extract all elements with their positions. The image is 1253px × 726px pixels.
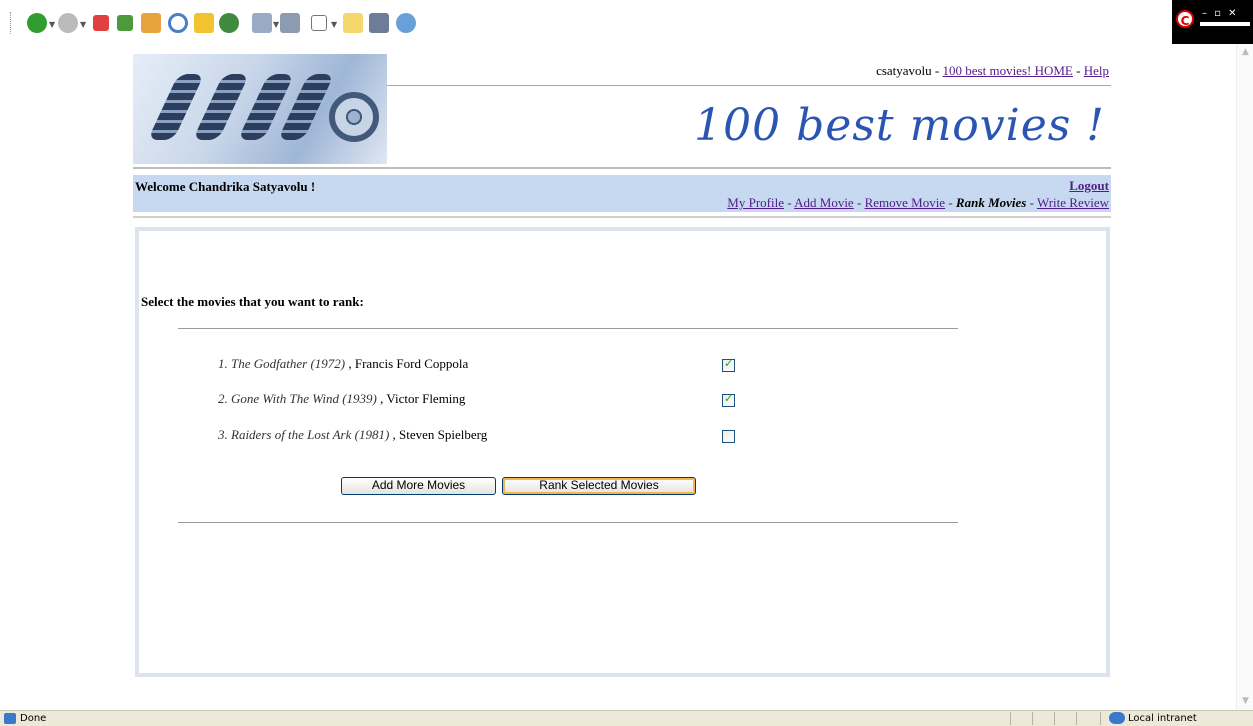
search-icon[interactable] xyxy=(168,13,188,33)
check-icon: ✓ xyxy=(724,357,734,370)
movie-director: , Victor Fleming xyxy=(376,391,466,406)
favorites-icon[interactable] xyxy=(194,13,214,33)
banner-rule xyxy=(133,167,1111,169)
mail-dropdown-icon[interactable]: ▼ xyxy=(273,20,279,29)
home-link[interactable]: 100 best movies! HOME xyxy=(943,63,1073,78)
movie-director: , Francis Ford Coppola xyxy=(345,356,469,371)
research-icon[interactable] xyxy=(369,13,389,33)
edit-icon[interactable] xyxy=(311,15,327,31)
remove-movie-link[interactable]: Remove Movie xyxy=(865,195,946,210)
logout-link[interactable]: Logout xyxy=(1069,178,1109,194)
c-logo-icon: C xyxy=(1176,10,1194,28)
check-icon: ✓ xyxy=(724,392,734,405)
user-links: csatyavolu - 100 best movies! HOME - Hel… xyxy=(876,63,1109,78)
movie-title: 1. The Godfather (1972) xyxy=(218,356,346,371)
nav-links: My Profile - Add Movie - Remove Movie - … xyxy=(727,195,1109,210)
home-icon[interactable] xyxy=(141,13,161,33)
welcome-message: Welcome Chandrika Satyavolu ! xyxy=(135,179,316,194)
print-icon[interactable] xyxy=(280,13,300,33)
scroll-up-icon[interactable]: ▲ xyxy=(1240,47,1251,58)
zone-text: Local intranet xyxy=(1128,713,1197,724)
vertical-scrollbar[interactable]: ▲ ▼ xyxy=(1236,44,1253,710)
add-movie-link[interactable]: Add Movie xyxy=(794,195,854,210)
browser-toolbar: ▼ ▼ ▼ ▼ C – ▫ ✕ xyxy=(0,0,1253,44)
stop-icon[interactable] xyxy=(93,15,109,31)
mail-icon[interactable] xyxy=(252,13,272,33)
movie-checkbox[interactable]: ✓ xyxy=(722,392,735,407)
window-controls: C – ▫ ✕ xyxy=(1172,0,1253,44)
add-more-movies-button[interactable]: Add More Movies xyxy=(341,477,496,495)
help-link[interactable]: Help xyxy=(1084,63,1109,78)
film-reel-banner-image xyxy=(133,54,387,164)
movie-checkbox[interactable]: ✓ xyxy=(722,357,735,372)
status-separator xyxy=(1032,712,1033,725)
film-reel xyxy=(329,92,379,142)
intranet-icon xyxy=(1109,712,1125,724)
movie-title: 3. Raiders of the Lost Ark (1981) xyxy=(218,427,390,442)
window-buttons-icon[interactable]: – ▫ ✕ xyxy=(1202,8,1239,19)
status-text: Done xyxy=(20,713,47,724)
list-divider-bottom xyxy=(178,522,958,523)
scroll-down-icon[interactable]: ▼ xyxy=(1240,696,1251,707)
movie-checkbox[interactable] xyxy=(722,430,735,443)
forward-icon[interactable] xyxy=(58,13,78,33)
nav-rule xyxy=(133,216,1111,218)
username: csatyavolu xyxy=(876,63,932,78)
status-separator xyxy=(1054,712,1055,725)
movie-title: 2. Gone With The Wind (1939) xyxy=(218,391,377,406)
status-bar: Done Local intranet xyxy=(0,710,1253,726)
rank-selected-movies-button[interactable]: Rank Selected Movies xyxy=(502,477,696,495)
movie-row: 3. Raiders of the Lost Ark (1981) , Stev… xyxy=(218,427,487,447)
rank-prompt: Select the movies that you want to rank: xyxy=(141,294,364,309)
status-separator xyxy=(1100,712,1101,725)
rank-movies-current: Rank Movies xyxy=(955,195,1027,210)
notes-icon[interactable] xyxy=(343,13,363,33)
movie-row: 1. The Godfather (1972) , Francis Ford C… xyxy=(218,356,468,376)
status-separator xyxy=(1076,712,1077,725)
status-separator xyxy=(1010,712,1011,725)
nav-bar: Welcome Chandrika Satyavolu ! Logout My … xyxy=(133,175,1111,212)
back-dropdown-icon[interactable]: ▼ xyxy=(49,20,55,29)
movie-row: 2. Gone With The Wind (1939) , Victor Fl… xyxy=(218,391,465,411)
edit-dropdown-icon[interactable]: ▼ xyxy=(331,20,337,29)
site-title: 100 best movies ! xyxy=(694,100,1105,151)
list-divider-top xyxy=(178,328,958,329)
refresh-icon[interactable] xyxy=(117,15,133,31)
header-rule xyxy=(387,85,1111,86)
history-icon[interactable] xyxy=(219,13,239,33)
forward-dropdown-icon[interactable]: ▼ xyxy=(80,20,86,29)
back-icon[interactable] xyxy=(27,13,47,33)
toolbar-grip xyxy=(10,12,12,34)
rank-panel: Select the movies that you want to rank:… xyxy=(135,227,1110,677)
window-bar xyxy=(1200,22,1250,26)
write-review-link[interactable]: Write Review xyxy=(1037,195,1109,210)
movie-director: , Steven Spielberg xyxy=(389,427,488,442)
my-profile-link[interactable]: My Profile xyxy=(727,195,784,210)
messenger-icon[interactable] xyxy=(396,13,416,33)
page-icon xyxy=(4,713,16,724)
